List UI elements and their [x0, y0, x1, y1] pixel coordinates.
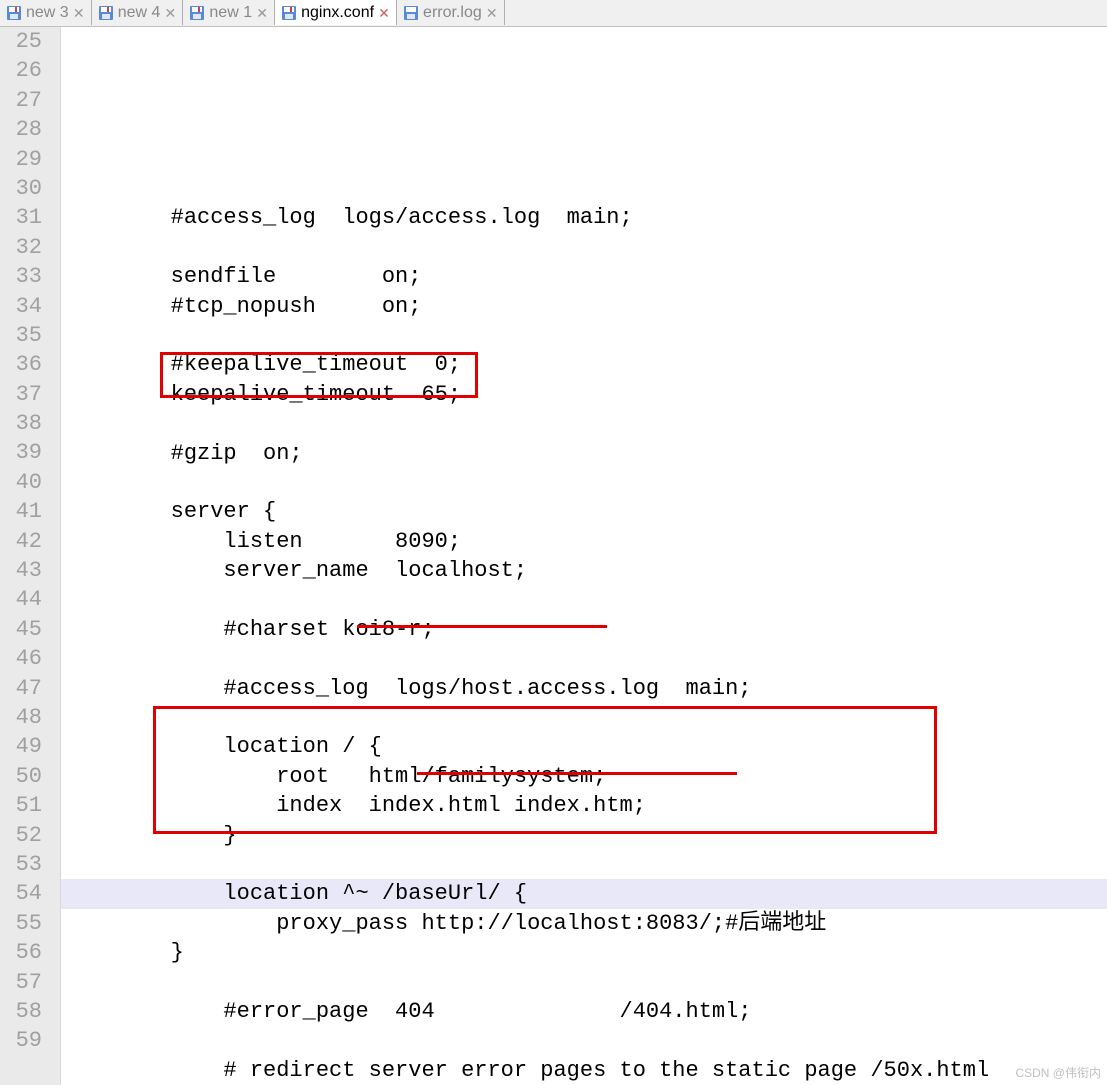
code-line[interactable] [61, 321, 1107, 350]
line-number: 42 [0, 527, 60, 556]
line-number-gutter: 2526272829303132333435363738394041424344… [0, 27, 61, 1085]
tab-error-log[interactable]: error.log ✕ [397, 0, 505, 25]
close-icon[interactable]: ✕ [164, 7, 176, 19]
code-line[interactable]: root html/familysystem; [61, 762, 1107, 791]
tab-label: error.log [423, 4, 482, 22]
line-number: 58 [0, 997, 60, 1026]
code-line[interactable]: #access_log logs/access.log main; [61, 203, 1107, 232]
line-number: 26 [0, 56, 60, 85]
line-number: 31 [0, 203, 60, 232]
code-line[interactable]: #gzip on; [61, 439, 1107, 468]
save-icon [6, 5, 22, 21]
line-number: 50 [0, 762, 60, 791]
line-number: 39 [0, 438, 60, 467]
line-number: 54 [0, 879, 60, 908]
line-number: 41 [0, 497, 60, 526]
save-icon [281, 5, 297, 21]
code-area[interactable]: #access_log logs/access.log main; sendfi… [61, 27, 1107, 1085]
code-line[interactable]: sendfile on; [61, 262, 1107, 291]
code-line[interactable] [61, 468, 1107, 497]
tab-new-3[interactable]: new 3 ✕ [0, 0, 92, 25]
tab-label: new 1 [209, 4, 252, 22]
line-number: 59 [0, 1026, 60, 1055]
line-number: 55 [0, 909, 60, 938]
code-line[interactable] [61, 644, 1107, 673]
code-line[interactable] [61, 703, 1107, 732]
line-number: 49 [0, 732, 60, 761]
tab-label: new 4 [118, 4, 161, 22]
line-number: 57 [0, 968, 60, 997]
code-line[interactable]: #charset koi8-r; [61, 615, 1107, 644]
line-number: 28 [0, 115, 60, 144]
tab-new-4[interactable]: new 4 ✕ [92, 0, 184, 25]
code-line[interactable]: keepalive_timeout 65; [61, 380, 1107, 409]
code-line[interactable]: #tcp_nopush on; [61, 292, 1107, 321]
code-line[interactable]: location / { [61, 732, 1107, 761]
line-number: 43 [0, 556, 60, 585]
line-number: 44 [0, 585, 60, 614]
code-line[interactable] [61, 850, 1107, 879]
save-icon [98, 5, 114, 21]
tab-label: nginx.conf [301, 4, 374, 22]
editor-pane: 2526272829303132333435363738394041424344… [0, 27, 1107, 1085]
code-line[interactable]: #access_log logs/host.access.log main; [61, 674, 1107, 703]
line-number: 35 [0, 321, 60, 350]
line-number: 48 [0, 703, 60, 732]
line-number: 56 [0, 938, 60, 967]
code-line[interactable]: #error_page 404 /404.html; [61, 997, 1107, 1026]
line-number: 36 [0, 350, 60, 379]
code-line[interactable]: #keepalive_timeout 0; [61, 350, 1107, 379]
line-number: 45 [0, 615, 60, 644]
line-number: 29 [0, 145, 60, 174]
code-line[interactable]: listen 8090; [61, 527, 1107, 556]
line-number: 30 [0, 174, 60, 203]
code-line[interactable] [61, 233, 1107, 262]
line-number: 38 [0, 409, 60, 438]
code-line[interactable]: # redirect server error pages to the sta… [61, 1056, 1107, 1085]
code-line[interactable]: index index.html index.htm; [61, 791, 1107, 820]
close-icon[interactable]: ✕ [486, 7, 498, 19]
line-number: 47 [0, 674, 60, 703]
code-line[interactable]: } [61, 821, 1107, 850]
code-line[interactable] [61, 1026, 1107, 1055]
close-icon[interactable]: ✕ [378, 7, 390, 19]
line-number: 37 [0, 380, 60, 409]
line-number: 27 [0, 86, 60, 115]
line-number: 33 [0, 262, 60, 291]
save-icon [189, 5, 205, 21]
tab-bar: new 3 ✕ new 4 ✕ new 1 ✕ nginx.conf ✕ err… [0, 0, 1107, 27]
code-line[interactable]: server_name localhost; [61, 556, 1107, 585]
watermark: CSDN @伟衔内 [1015, 1064, 1101, 1081]
line-number: 34 [0, 292, 60, 321]
code-line[interactable]: } [61, 938, 1107, 967]
code-line[interactable]: proxy_pass http://localhost:8083/;#后端地址 [61, 909, 1107, 938]
save-icon [403, 5, 419, 21]
close-icon[interactable]: ✕ [256, 7, 268, 19]
code-line[interactable] [61, 586, 1107, 615]
tab-nginx-conf[interactable]: nginx.conf ✕ [275, 0, 397, 25]
line-number: 46 [0, 644, 60, 673]
code-line[interactable] [61, 409, 1107, 438]
code-line[interactable] [61, 968, 1107, 997]
close-icon[interactable]: ✕ [73, 7, 85, 19]
line-number: 52 [0, 821, 60, 850]
line-number: 51 [0, 791, 60, 820]
line-number: 32 [0, 233, 60, 262]
tab-label: new 3 [26, 4, 69, 22]
line-number: 25 [0, 27, 60, 56]
tab-new-1[interactable]: new 1 ✕ [183, 0, 275, 25]
code-line[interactable]: location ^~ /baseUrl/ { [61, 879, 1107, 908]
line-number: 40 [0, 468, 60, 497]
code-line[interactable]: server { [61, 497, 1107, 526]
line-number: 53 [0, 850, 60, 879]
